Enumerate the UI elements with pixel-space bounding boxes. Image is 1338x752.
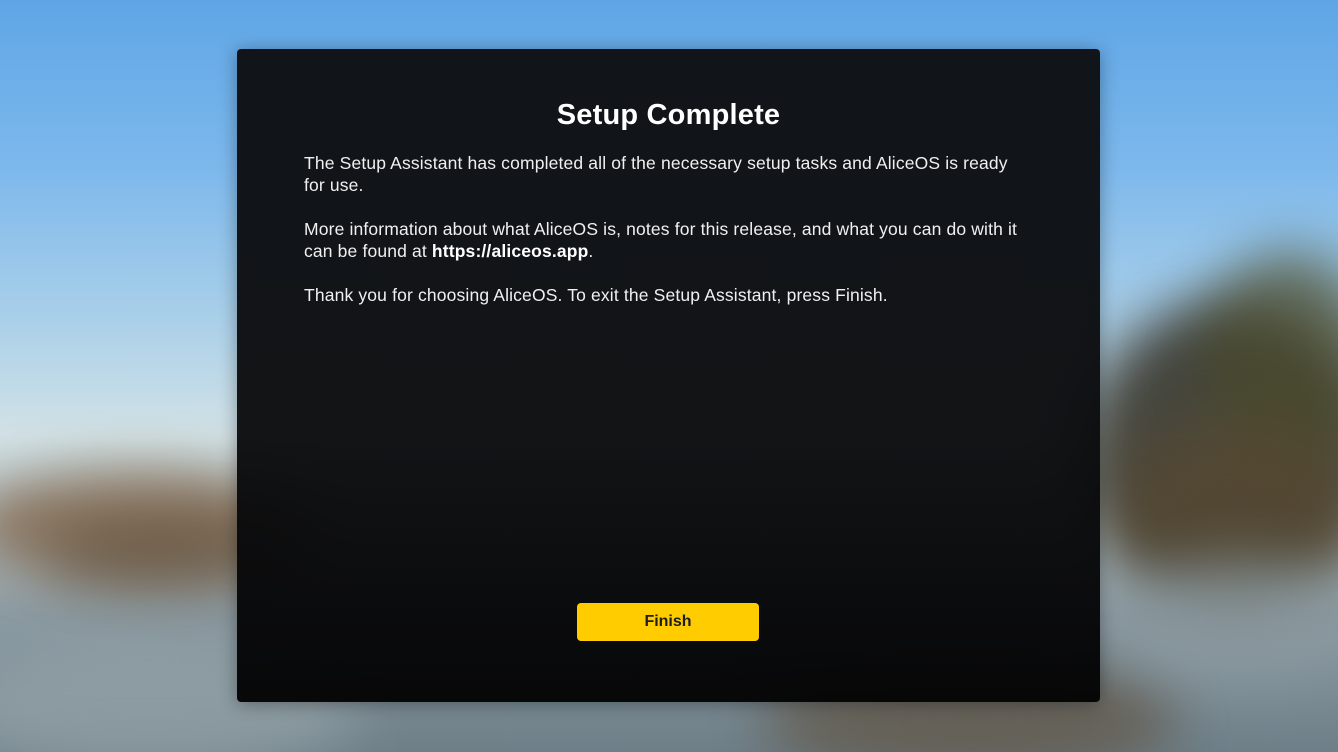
thank-you-message: Thank you for choosing AliceOS. To exit … xyxy=(304,285,888,305)
info-message-text: More information about what AliceOS is, … xyxy=(304,219,1018,261)
dialog-content: The Setup Assistant has completed all of… xyxy=(304,152,1024,328)
finish-button[interactable]: Finish xyxy=(577,603,759,641)
completion-message: The Setup Assistant has completed all of… xyxy=(304,153,1008,195)
setup-assistant-dialog: Setup Complete The Setup Assistant has c… xyxy=(237,49,1100,702)
website-link[interactable]: https://aliceos.app xyxy=(432,241,589,261)
info-message-period: . xyxy=(588,241,594,261)
wallpaper-shape xyxy=(1120,560,1338,680)
info-message: More information about what AliceOS is, … xyxy=(304,218,1024,262)
dialog-title: Setup Complete xyxy=(556,99,781,131)
